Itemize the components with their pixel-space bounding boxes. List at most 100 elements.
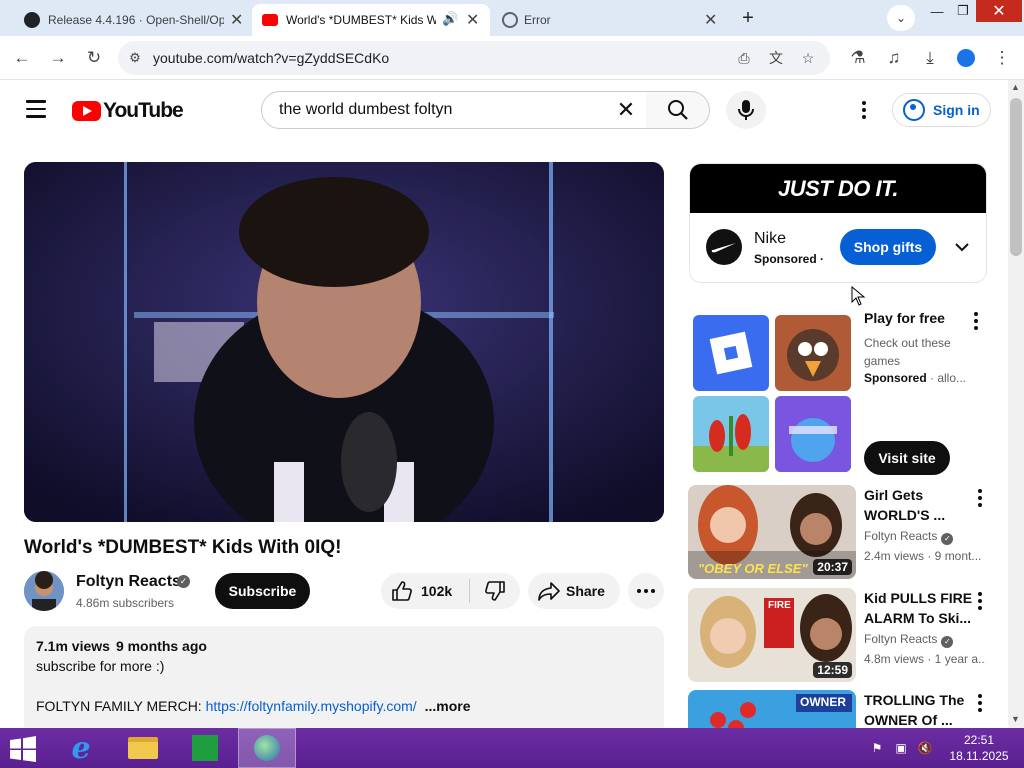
translate-icon[interactable]: 文 (766, 48, 786, 68)
roblox-tile[interactable] (693, 315, 769, 391)
chevron-down-icon[interactable] (952, 237, 972, 257)
fortnite-tile[interactable] (775, 396, 851, 472)
menu-icon[interactable] (26, 100, 46, 118)
subscriber-count: 4.86m subscribers (76, 596, 175, 610)
tab-error[interactable]: Error ✕ (492, 4, 728, 36)
settings-more-icon[interactable] (852, 98, 876, 122)
tab-title: Error (524, 13, 551, 27)
video-frame (24, 162, 664, 522)
forward-button[interactable]: → (44, 44, 72, 72)
youtube-logo[interactable]: YouTube (72, 99, 184, 123)
video-menu-icon[interactable] (970, 590, 990, 612)
channel-name[interactable]: Foltyn Reacts (76, 573, 181, 591)
downloads-icon[interactable]: ⤓ (916, 44, 944, 72)
shop-gifts-button[interactable]: Shop gifts (840, 229, 936, 265)
media-controls-icon[interactable]: ♫ (880, 44, 908, 72)
more-actions-button[interactable] (628, 573, 664, 609)
youtube-play-icon (72, 101, 101, 121)
internet-explorer-app[interactable]: e (52, 728, 110, 768)
share-button[interactable]: Share (528, 573, 620, 609)
channel-avatar[interactable] (24, 571, 64, 611)
labs-flask-icon[interactable]: ⚗ (844, 44, 872, 72)
github-icon (24, 12, 40, 28)
subscribe-button[interactable]: Subscribe (215, 573, 310, 609)
search-icon (667, 100, 688, 120)
video-player[interactable] (24, 162, 664, 522)
visit-site-button[interactable]: Visit site (864, 441, 950, 475)
clear-search-icon[interactable]: ✕ (612, 96, 640, 124)
address-bar[interactable]: ⚙ youtube.com/watch?v=gZyddSECdKo ⎙ 文 ☆ (118, 41, 830, 75)
search-button[interactable] (646, 91, 710, 129)
browser-app[interactable] (238, 728, 296, 768)
close-tab-icon[interactable]: ✕ (230, 10, 243, 30)
site-info-icon[interactable]: ⚙ (124, 47, 146, 69)
sponsored-ad-card[interactable]: JUST DO IT. Nike Sponsored · Shop gifts (689, 163, 987, 283)
duration-badge: 20:37 (813, 559, 852, 575)
sign-in-button[interactable]: Sign in (892, 93, 991, 127)
profile-icon[interactable] (952, 44, 980, 72)
close-tab-icon[interactable]: ✕ (466, 10, 479, 30)
tab-search-button[interactable]: ⌄ (887, 5, 915, 31)
thumbnail-caption: "OBEY OR ELSE" (698, 561, 808, 576)
recommended-video[interactable]: FIRE 12:59 Kid PULLS FIRE ALARM To Ski..… (688, 588, 988, 684)
mouse-cursor-icon (851, 286, 865, 306)
bookmark-star-icon[interactable]: ☆ (798, 48, 818, 68)
page-scrollbar[interactable]: ▲ ▼ (1008, 80, 1024, 728)
games-ad[interactable]: Play for free Check out these games Spon… (689, 310, 989, 480)
recommended-video[interactable]: "OBEY OR ELSE" 20:37 Girl Gets WORLD'S .… (688, 485, 988, 581)
bird-game-tile[interactable] (775, 315, 851, 391)
minimize-button[interactable]: — (922, 0, 952, 22)
like-button[interactable]: 102k (381, 573, 469, 609)
game-ad-menu-icon[interactable] (966, 310, 986, 332)
voice-search-button[interactable] (726, 91, 766, 129)
nike-swoosh-icon (706, 229, 742, 265)
show-more-button[interactable]: ...more (425, 698, 471, 714)
volume-muted-icon[interactable]: 🔇 (917, 740, 933, 756)
close-tab-icon[interactable]: ✕ (704, 10, 717, 30)
ad-sponsored-label: Sponsored · (754, 252, 825, 266)
recommendation-title[interactable]: Girl Gets WORLD'S ... (864, 485, 974, 525)
file-explorer-app[interactable] (114, 728, 172, 768)
description-box[interactable]: 7.1m views 9 months ago subscribe for mor… (24, 626, 664, 736)
url-text[interactable]: youtube.com/watch?v=gZyddSECdKo (153, 50, 389, 66)
dislike-button[interactable] (470, 573, 520, 609)
install-app-icon[interactable]: ⎙ (734, 48, 754, 68)
video-thumbnail[interactable]: OWNER (688, 690, 856, 728)
network-icon[interactable]: ▣ (893, 740, 909, 756)
clock-date: 18.11.2025 (949, 749, 1009, 763)
scroll-down-arrow-icon[interactable]: ▼ (1011, 714, 1020, 724)
start-button[interactable] (8, 736, 38, 762)
speaker-icon[interactable]: 🔊 (442, 11, 458, 27)
channel-name: Foltyn Reacts (864, 632, 938, 646)
recommendation-title[interactable]: Kid PULLS FIRE ALARM To Ski... (864, 588, 974, 628)
close-window-button[interactable]: ✕ (976, 0, 1022, 22)
recommended-video[interactable]: OWNER TROLLING The OWNER Of ... (688, 690, 988, 728)
reload-button[interactable]: ↻ (80, 44, 108, 72)
verified-badge-icon: ✓ (941, 533, 954, 545)
scrollbar-thumb[interactable] (1010, 98, 1022, 256)
recommendation-title[interactable]: TROLLING The OWNER Of ... (864, 690, 974, 728)
scroll-up-arrow-icon[interactable]: ▲ (1011, 82, 1020, 92)
system-clock[interactable]: 22:51 18.11.2025 (944, 732, 1014, 764)
merch-link[interactable]: https://foltynfamily.myshopify.com/ (206, 698, 417, 714)
tab-youtube-video[interactable]: World's *DUMBEST* Kids W 🔊 ✕ (252, 4, 490, 36)
video-thumbnail[interactable]: FIRE 12:59 (688, 588, 856, 682)
ad-banner[interactable]: JUST DO IT. (690, 164, 986, 213)
game-ad-title[interactable]: Play for free (864, 310, 945, 326)
video-thumbnail[interactable]: "OBEY OR ELSE" 20:37 (688, 485, 856, 579)
flag-icon[interactable]: ⚑ (869, 740, 885, 756)
store-app[interactable] (176, 728, 234, 768)
search-query[interactable]: the world dumbest foltyn (279, 101, 452, 119)
youtube-header: YouTube the world dumbest foltyn ✕ Sign … (0, 80, 1008, 138)
video-menu-icon[interactable] (970, 692, 988, 714)
video-menu-icon[interactable] (970, 487, 990, 509)
pepper-game-tile[interactable] (693, 396, 769, 472)
new-tab-button[interactable]: + (734, 5, 762, 31)
back-button[interactable]: ← (8, 44, 36, 72)
windows-taskbar: e ⚑ ▣ 🔇 22:51 18.11.2025 (0, 728, 1024, 768)
tab-github-release[interactable]: Release 4.4.196 · Open-Shell/Op ✕ (8, 4, 252, 36)
youtube-icon (262, 14, 278, 26)
restore-button[interactable]: ❐ (952, 0, 974, 22)
browser-menu-icon[interactable]: ⋮ (988, 44, 1016, 72)
search-input[interactable]: the world dumbest foltyn ✕ (261, 91, 647, 129)
